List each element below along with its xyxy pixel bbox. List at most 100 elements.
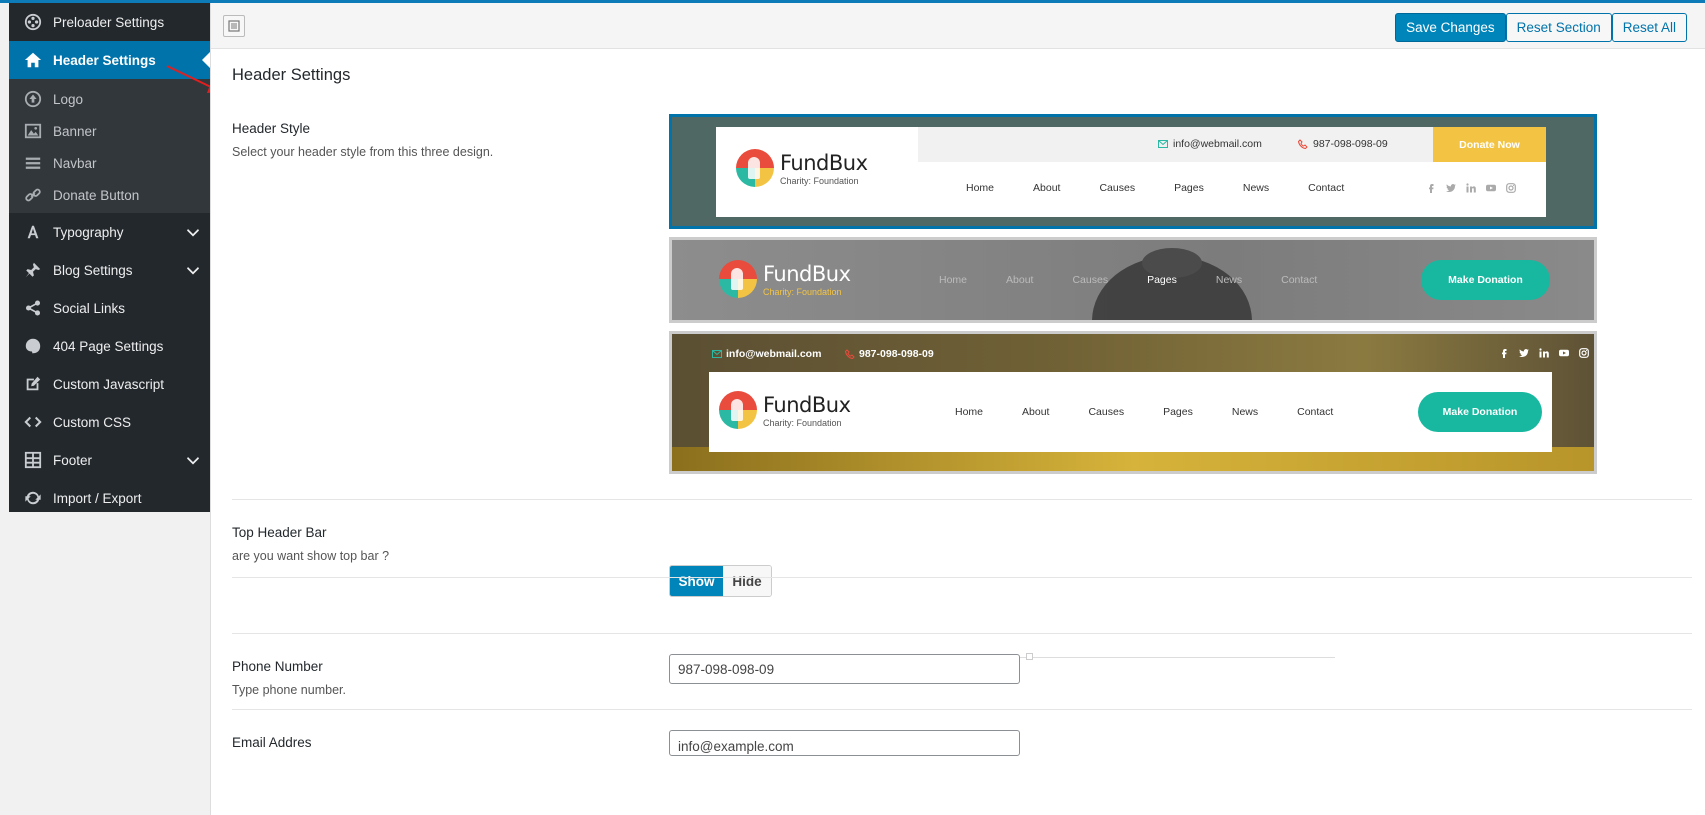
toolbar-actions: Save Changes Reset Section Reset All [1395, 13, 1687, 42]
facebook-icon [1426, 183, 1436, 193]
options-panel: Save Changes Reset Section Reset All Hea… [210, 3, 1705, 815]
save-changes-button[interactable]: Save Changes [1395, 13, 1506, 42]
expand-options-button[interactable] [223, 15, 245, 37]
youtube-icon [1559, 348, 1569, 358]
show-toggle-button[interactable]: Show [670, 566, 723, 596]
preview-menu-item: Home [966, 182, 995, 194]
preview-header-card: FundBux Charity: Foundation info@webmail… [716, 127, 1546, 217]
sidebar-item-blog-settings[interactable]: Blog Settings [9, 251, 210, 289]
sidebar-item-404-page-settings[interactable]: 404 Page Settings [9, 327, 210, 365]
sidebar-item-preloader-settings[interactable]: Preloader Settings [9, 3, 210, 41]
preview-menu-item: About [1006, 274, 1034, 286]
preview-menu-item: Contact [1297, 406, 1334, 418]
header-style-option-3[interactable]: info@webmail.com 987-098-098-09 FundBux … [669, 331, 1597, 474]
sidebar-item-custom-javascript[interactable]: Custom Javascript [9, 365, 210, 403]
section-divider-knob [1026, 653, 1033, 660]
top-header-bar-label: Top Header Bar [232, 525, 327, 540]
refresh-icon [22, 487, 44, 509]
header-style-option-2[interactable]: FundBux Charity: Foundation Home About C… [669, 237, 1597, 323]
sidebar-item-label: Custom CSS [53, 414, 132, 430]
youtube-icon [1486, 183, 1496, 193]
grid-icon [22, 449, 44, 471]
sidebar-subitem-label: Logo [53, 91, 84, 107]
preview-tagline: Charity: Foundation [763, 286, 842, 297]
envelope-icon [712, 350, 722, 358]
email-address-input[interactable]: info@example.com [669, 730, 1020, 756]
header-style-description: Select your header style from this three… [232, 145, 494, 159]
row-separator [232, 709, 1692, 710]
header-style-label: Header Style [232, 121, 311, 136]
sidebar-item-label: Import / Export [53, 490, 142, 506]
sidebar-item-label: Custom Javascript [53, 376, 165, 392]
link-icon [22, 184, 44, 206]
preview-tagline: Charity: Foundation [780, 175, 859, 186]
fundbux-logo-icon [719, 391, 757, 429]
preview-menu-item: Causes [1099, 182, 1136, 194]
preview-menu-item: Pages [1163, 406, 1193, 418]
phone-number-label: Phone Number [232, 659, 323, 674]
reset-section-button[interactable]: Reset Section [1505, 13, 1612, 42]
phone-number-description: Type phone number. [232, 683, 346, 697]
chevron-down-icon[interactable] [186, 263, 200, 277]
preview-email: info@webmail.com [1158, 138, 1262, 150]
preview-phone: 987-098-098-09 [1298, 138, 1388, 150]
sidebar-subitem-label: Donate Button [53, 187, 140, 203]
page-title: Header Settings [232, 66, 351, 84]
preview-menu-item: About [1033, 182, 1061, 194]
preview-brand: FundBux [763, 261, 851, 286]
sidebar-item-label: Preloader Settings [53, 14, 165, 30]
image-icon [22, 120, 44, 142]
upload-icon [22, 88, 44, 110]
top-header-bar-description: are you want show top bar ? [232, 549, 390, 563]
linkedin-icon [1539, 348, 1549, 358]
preview-menu-item: Pages [1174, 182, 1204, 194]
preview-donate-now-button: Donate Now [1433, 127, 1546, 162]
preview-menu-item: Pages [1147, 274, 1177, 286]
preview-make-donation-button: Make Donation [1421, 260, 1550, 300]
chevron-down-icon[interactable] [186, 225, 200, 239]
phone-icon [845, 349, 855, 359]
sidebar-subitem-label: Banner [53, 123, 97, 139]
sidebar-subitem-donate-button[interactable]: Donate Button [9, 179, 210, 211]
preview-menu: Home About Causes Pages News Contact [966, 182, 1383, 194]
header-style-option-1[interactable]: FundBux Charity: Foundation info@webmail… [669, 114, 1597, 229]
sidebar-item-typography[interactable]: Typography [9, 213, 210, 251]
sidebar-item-social-links[interactable]: Social Links [9, 289, 210, 327]
palette-icon [22, 335, 44, 357]
preview-topbar: info@webmail.com 987-098-098-09 Donate N… [918, 127, 1546, 162]
chevron-down-icon[interactable] [186, 453, 200, 467]
phone-icon [1298, 139, 1308, 149]
sidebar-item-import-export[interactable]: Import / Export [9, 479, 210, 517]
preview-menu-item: News [1242, 182, 1270, 194]
preview-menu-item: About [1022, 406, 1050, 418]
row-separator [232, 499, 1692, 500]
sidebar-item-label: Social Links [53, 300, 126, 316]
preview-make-donation-button: Make Donation [1418, 392, 1542, 432]
fundbux-logo-icon [736, 149, 774, 187]
email-address-label: Email Addres [232, 735, 312, 750]
preview-menu-item: Contact [1281, 274, 1318, 286]
sidebar-subitem-banner[interactable]: Banner [9, 115, 210, 147]
preview-email: info@webmail.com [712, 348, 821, 360]
sidebar-subitem-navbar[interactable]: Navbar [9, 147, 210, 179]
code-icon [22, 411, 44, 433]
sidebar-item-label: Blog Settings [53, 262, 133, 278]
preview-menu-item: Causes [1072, 274, 1109, 286]
pin-icon [22, 259, 44, 281]
preview-menu-item: Home [939, 274, 968, 286]
sidebar-item-footer[interactable]: Footer [9, 441, 210, 479]
preview-header-card: FundBux Charity: Foundation Home About C… [709, 372, 1552, 452]
hide-toggle-button[interactable]: Hide [723, 566, 771, 596]
reset-all-button[interactable]: Reset All [1611, 13, 1687, 42]
sidebar-item-label: Header Settings [53, 52, 156, 68]
preview-menu-item: Causes [1088, 406, 1125, 418]
sidebar-item-label: Footer [53, 452, 93, 468]
preview-menu-item: Home [955, 406, 984, 418]
preview-socials [1416, 183, 1516, 193]
phone-number-input[interactable]: 987-098-098-09 [669, 654, 1020, 684]
preview-phone-text: 987-098-098-09 [1313, 138, 1388, 150]
preview-menu: Home About Causes Pages News Contact [939, 274, 1356, 286]
sidebar-item-custom-css[interactable]: Custom CSS [9, 403, 210, 441]
fundbux-logo-icon [719, 260, 757, 298]
preview-menu-item: Contact [1308, 182, 1345, 194]
